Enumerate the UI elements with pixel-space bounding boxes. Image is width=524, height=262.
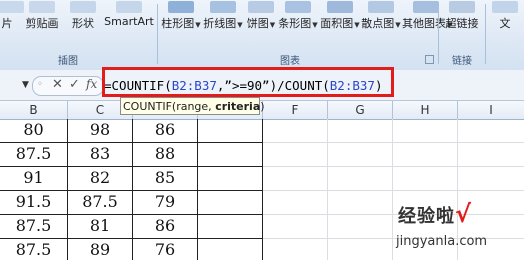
- ribbon-group-separator: [438, 4, 439, 64]
- cell[interactable]: 87.5: [0, 142, 67, 166]
- line-chart-icon: [210, 1, 236, 13]
- ribbon-clipart-button[interactable]: 剪贴画: [22, 0, 62, 50]
- cell[interactable]: 83: [68, 142, 132, 166]
- column-header-g[interactable]: G: [328, 101, 393, 120]
- group-title-charts: 图表: [280, 56, 300, 67]
- cell[interactable]: 79: [133, 190, 197, 214]
- cell[interactable]: 98: [68, 118, 132, 142]
- column-header-i[interactable]: I: [458, 101, 524, 120]
- cell[interactable]: 80: [0, 118, 67, 142]
- highlight-box: [102, 67, 394, 97]
- area-chart-icon: [327, 1, 353, 13]
- formula-bar-buttons: ◦ ✕ ✓ fx: [32, 76, 104, 96]
- chart-dialog-launcher[interactable]: [425, 55, 434, 64]
- ribbon-line-chart-button[interactable]: 折线图▼: [203, 0, 243, 50]
- check-icon: √: [455, 200, 472, 228]
- ribbon-scatter-chart-button[interactable]: 散点图▼: [361, 0, 401, 50]
- cell[interactable]: 86: [133, 118, 197, 142]
- grip-icon: ◦: [37, 79, 43, 90]
- ribbon-hyperlink-button[interactable]: 超链接: [442, 0, 482, 50]
- text-icon: [492, 1, 518, 13]
- cell[interactable]: 81: [68, 214, 132, 238]
- ribbon-column-chart-button[interactable]: 柱形图▼: [161, 0, 201, 50]
- cell[interactable]: 76: [133, 238, 197, 262]
- name-box-dropdown-icon[interactable]: ▼: [22, 80, 29, 90]
- ribbon-pie-chart-button[interactable]: 饼图▼: [246, 0, 276, 50]
- hyperlink-icon: [449, 1, 475, 13]
- group-title-links: 链接: [452, 56, 472, 67]
- ribbon-picture-button[interactable]: 片: [0, 0, 24, 50]
- ribbon-text-button[interactable]: 文: [490, 0, 520, 50]
- insert-function-icon[interactable]: fx: [86, 77, 97, 91]
- shapes-icon: [70, 1, 96, 13]
- other-charts-icon: [413, 1, 439, 13]
- cell[interactable]: 89: [68, 238, 132, 262]
- column-header-h[interactable]: H: [393, 101, 458, 120]
- cell[interactable]: 87.5: [0, 214, 67, 238]
- scatter-chart-icon: [368, 1, 394, 13]
- bar-chart-icon: [285, 1, 311, 13]
- ribbon-group-separator: [157, 4, 158, 64]
- cell[interactable]: 85: [133, 166, 197, 190]
- enter-icon[interactable]: ✓: [69, 77, 80, 92]
- cell[interactable]: 91: [0, 166, 67, 190]
- function-tooltip: COUNTIF(range, criteria): [120, 97, 265, 115]
- ribbon-smartart-button[interactable]: SmartArt: [102, 0, 156, 50]
- cell[interactable]: 88: [133, 142, 197, 166]
- cancel-icon[interactable]: ✕: [52, 77, 63, 92]
- watermark-url: jingyanla.com: [396, 234, 488, 249]
- column-chart-icon: [168, 1, 194, 13]
- ribbon-area-chart-button[interactable]: 面积图▼: [320, 0, 360, 50]
- group-title-illustrations: 插图: [58, 56, 78, 67]
- watermark-logo: 经验啦√: [398, 200, 472, 228]
- ribbon-bar-chart-button[interactable]: 条形图▼: [278, 0, 318, 50]
- cell[interactable]: 82: [68, 166, 132, 190]
- column-header-f[interactable]: F: [263, 101, 328, 120]
- cell[interactable]: 87.5: [68, 190, 132, 214]
- ribbon-group-separator: [485, 4, 486, 64]
- smartart-icon: [116, 1, 142, 13]
- cell[interactable]: 87.5: [0, 238, 67, 262]
- ribbon: 片 剪贴画 形状 SmartArt 柱形图▼ 折线图▼ 饼图▼ 条形图▼ 面积图…: [0, 0, 524, 71]
- pie-chart-icon: [248, 1, 274, 13]
- ribbon-shapes-button[interactable]: 形状: [68, 0, 98, 50]
- cell[interactable]: 86: [133, 214, 197, 238]
- picture-icon: [0, 1, 24, 13]
- clipart-icon: [29, 1, 55, 13]
- cell[interactable]: 91.5: [0, 190, 67, 214]
